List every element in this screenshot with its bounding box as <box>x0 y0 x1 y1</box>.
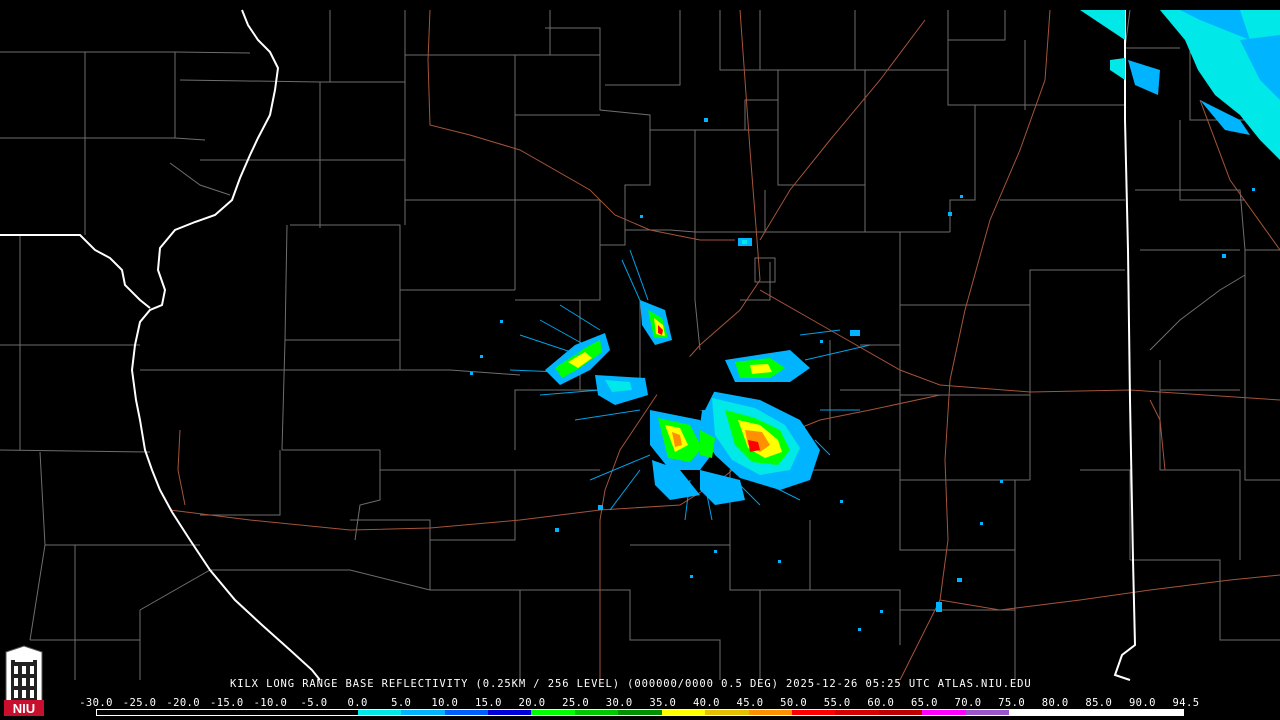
scale-label: -15.0 <box>209 697 244 709</box>
interstate-highways <box>169 9 1280 681</box>
scale-label: -10.0 <box>253 697 288 709</box>
state-boundaries <box>0 9 1137 681</box>
colorbar-segment <box>531 710 575 715</box>
scale-label: 40.0 <box>692 697 720 709</box>
product-caption: KILX LONG RANGE BASE REFLECTIVITY (0.25K… <box>230 678 1032 690</box>
colorbar-segment <box>1052 710 1097 715</box>
scale-label: 20.0 <box>518 697 546 709</box>
colorbar-segment <box>661 710 706 715</box>
colorbar-segment <box>97 710 141 715</box>
reflectivity-scale-labels: -30.0 -25.0 -20.0 -15.0 -10.0 -5.0 0.0 5.0 10.0 1… <box>79 697 1199 709</box>
scale-label: 94.5 <box>1172 697 1200 709</box>
colorbar-segment <box>748 710 792 715</box>
scale-label: 15.0 <box>474 697 502 709</box>
colorbar-segment <box>227 710 271 715</box>
colorbar-segment <box>965 710 1010 715</box>
colorbar-segment <box>140 710 184 715</box>
colorbar-segment <box>487 710 532 715</box>
scale-label: 70.0 <box>954 697 982 709</box>
scale-label: 45.0 <box>736 697 764 709</box>
colorbar-segment <box>705 710 749 715</box>
colorbar-segment <box>1009 710 1053 715</box>
scale-label: 80.0 <box>1041 697 1069 709</box>
scale-label: 85.0 <box>1085 697 1113 709</box>
colorbar-segment <box>1096 710 1140 715</box>
echo-west <box>545 333 648 405</box>
radar-echoes <box>470 10 1280 631</box>
scale-label: 25.0 <box>562 697 590 709</box>
colorbar-segment <box>792 710 836 715</box>
scale-label: 35.0 <box>649 697 677 709</box>
reflectivity-colorbar <box>96 709 1184 716</box>
colorbar-segment <box>314 710 358 715</box>
colorbar-segment <box>357 710 402 715</box>
scale-label: 60.0 <box>867 697 895 709</box>
colorbar-segment <box>574 710 619 715</box>
scale-label: 50.0 <box>780 697 808 709</box>
scale-label: 90.0 <box>1128 697 1156 709</box>
colorbar-segment <box>1139 710 1183 715</box>
scale-label: -30.0 <box>79 697 113 709</box>
colorbar-segment <box>835 710 879 715</box>
scale-label: 65.0 <box>910 697 938 709</box>
scale-label: 10.0 <box>431 697 459 709</box>
scale-label: 5.0 <box>391 697 412 709</box>
colorbar-segment <box>270 710 315 715</box>
scale-label: 0.0 <box>347 697 368 709</box>
county-boundaries <box>0 9 1280 680</box>
echo-center-north <box>640 300 672 345</box>
echo-scattered <box>470 118 1255 631</box>
scale-label: -5.0 <box>300 697 328 709</box>
colorbar-segment <box>183 710 228 715</box>
echo-east <box>725 350 810 382</box>
scale-label: 75.0 <box>998 697 1026 709</box>
radar-map <box>0 9 1280 681</box>
scale-label: 30.0 <box>605 697 633 709</box>
logo-text: NIU <box>13 701 35 716</box>
colorbar-segment <box>401 710 445 715</box>
scale-label: 55.0 <box>823 697 851 709</box>
colorbar-segment <box>878 710 923 715</box>
colorbar-segment <box>618 710 662 715</box>
colorbar-segment <box>444 710 488 715</box>
scale-label: -20.0 <box>166 697 200 709</box>
scale-label: -25.0 <box>122 697 157 709</box>
colorbar-segment <box>922 710 966 715</box>
niu-logo-icon: NIU <box>4 645 44 716</box>
